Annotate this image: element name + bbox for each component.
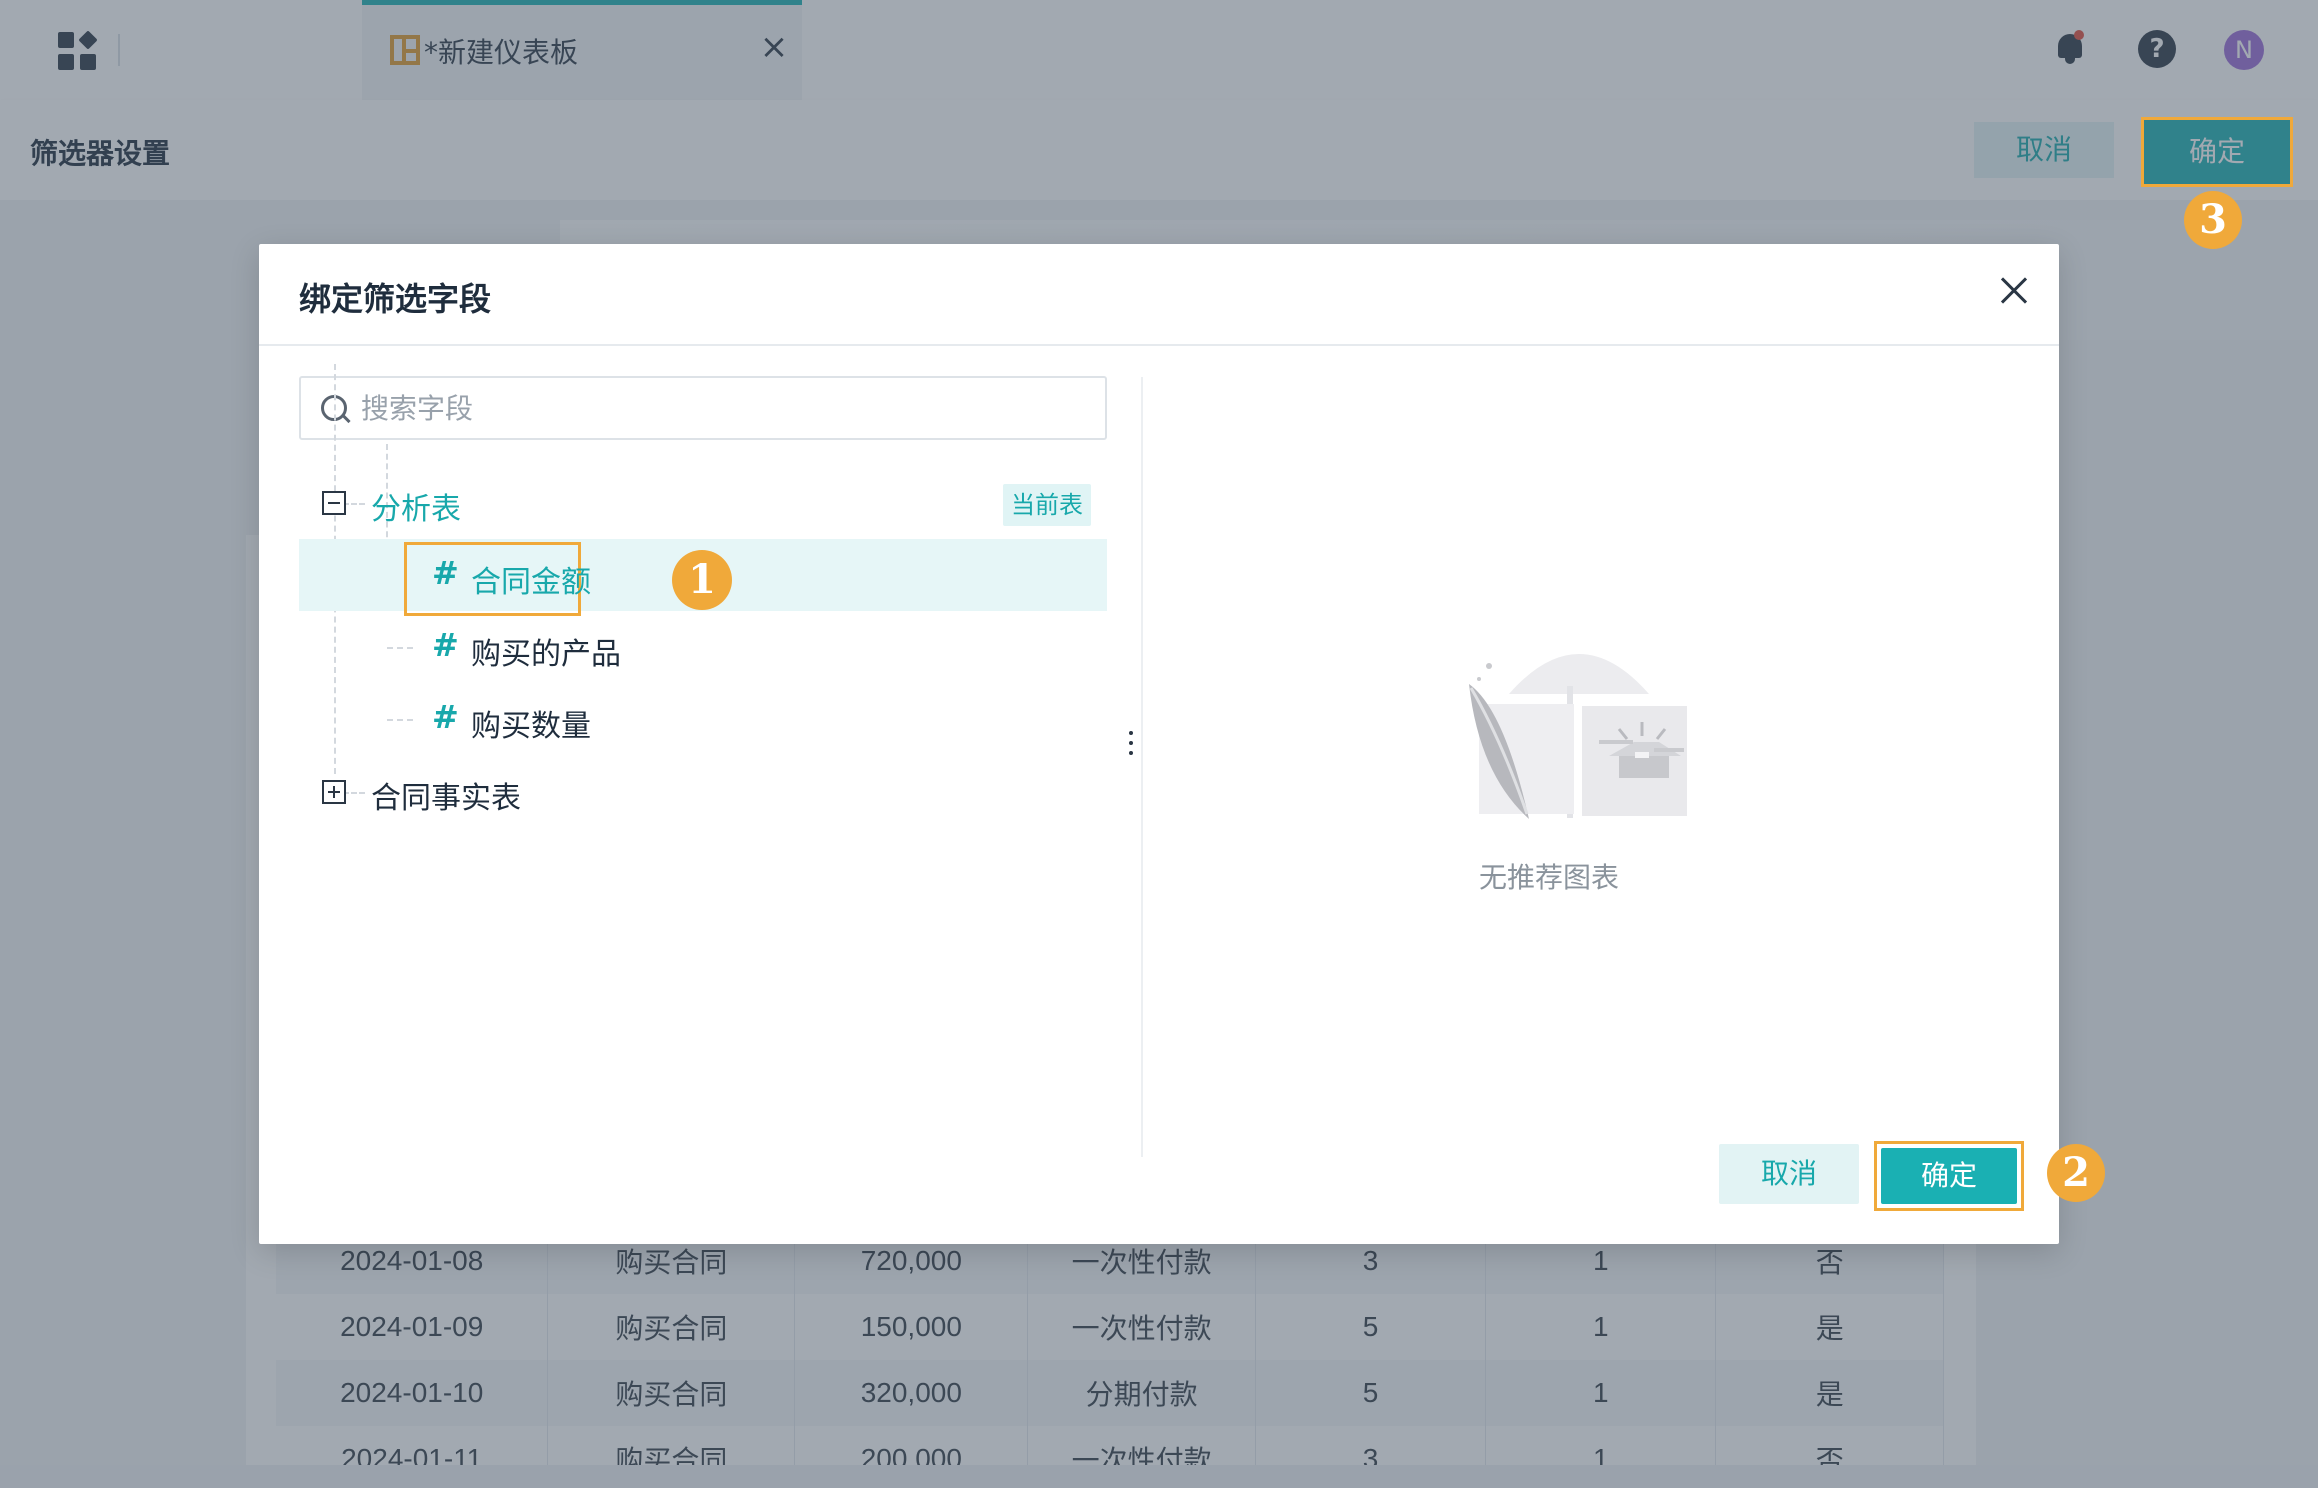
- step-1-badge: 1: [672, 550, 732, 610]
- tree-connector: [343, 792, 365, 794]
- tree-node-analysis-table[interactable]: 分析表: [371, 484, 461, 528]
- collapse-icon[interactable]: [322, 491, 346, 515]
- close-icon[interactable]: [1989, 266, 2039, 316]
- empty-state-text: 无推荐图表: [1478, 861, 1619, 894]
- number-field-icon: #: [432, 698, 459, 736]
- tree-node-contract-fact-table[interactable]: 合同事实表: [371, 773, 521, 817]
- tree-connector: [387, 719, 413, 721]
- tree-connector: [343, 503, 365, 505]
- bind-filter-field-dialog: 绑定筛选字段 分析表 当前表 # 合同金额 1 # 购买的产品 # 购买数量 合…: [259, 244, 2105, 1244]
- tree-connector: [387, 647, 413, 649]
- tree-field-purchased-product[interactable]: 购买的产品: [471, 629, 621, 673]
- dialog-cancel-button[interactable]: 取消: [1719, 1144, 1859, 1204]
- step-3-badge: 3: [2184, 191, 2242, 249]
- drag-handle-icon[interactable]: [1127, 731, 1135, 757]
- step-3-highlight: [2141, 117, 2293, 187]
- dialog-title: 绑定筛选字段: [299, 280, 492, 318]
- number-field-icon: #: [432, 626, 459, 664]
- field-search-box[interactable]: [299, 376, 1107, 440]
- tree-field-purchase-quantity[interactable]: 购买数量: [471, 701, 591, 745]
- panel-splitter[interactable]: [1141, 377, 1143, 1157]
- tree-field-contract-amount[interactable]: 合同金额: [471, 557, 591, 601]
- current-table-badge: 当前表: [1003, 484, 1091, 526]
- expand-icon[interactable]: [322, 780, 346, 804]
- dialog-header-divider: [259, 344, 2059, 346]
- number-field-icon: #: [432, 554, 459, 592]
- empty-state-illustration: [1469, 654, 1687, 819]
- search-input[interactable]: [361, 386, 1081, 430]
- step-2-badge: 2: [2047, 1144, 2105, 1202]
- dialog-ok-button[interactable]: 确定: [1881, 1148, 2017, 1204]
- search-icon: [321, 395, 351, 425]
